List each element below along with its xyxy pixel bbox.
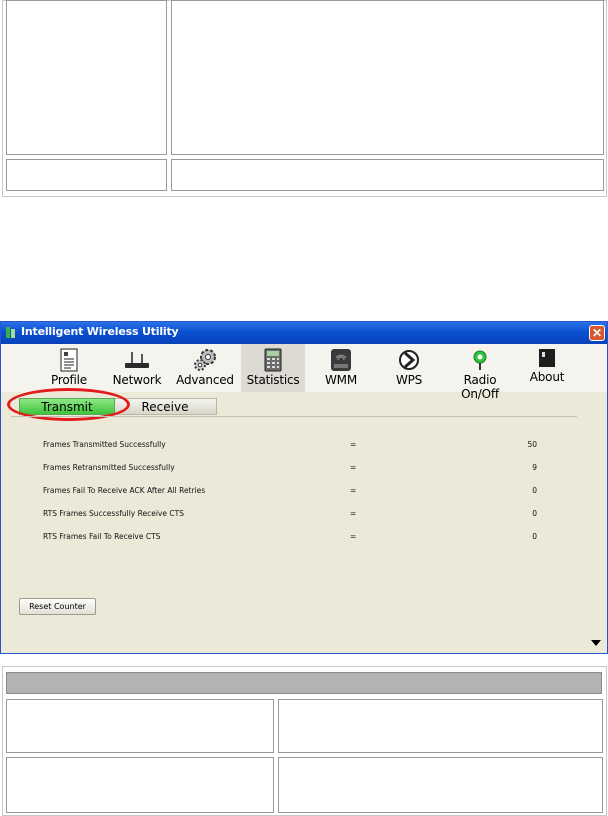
toolbar-about[interactable]: About: [515, 344, 579, 392]
toolbar-label: About: [529, 370, 565, 384]
wps-icon: [399, 350, 419, 370]
stat-equals: =: [350, 532, 357, 541]
toolbar-label: Statistics: [246, 373, 300, 387]
window-title: Intelligent Wireless Utility: [21, 325, 179, 338]
stat-label: RTS Frames Successfully Receive CTS: [43, 509, 184, 518]
stat-value: 0: [532, 486, 537, 495]
gears-icon: [194, 349, 216, 371]
stat-label: RTS Frames Fail To Receive CTS: [43, 532, 161, 541]
toolbar-label: WMM: [325, 373, 357, 387]
about-icon: [539, 349, 555, 367]
toolbar-label: WPS: [395, 373, 423, 387]
toolbar-profile[interactable]: Profile: [37, 344, 101, 392]
top-table-cell-right-bottom: [171, 159, 604, 191]
top-table-cell-left: [6, 0, 167, 155]
qos-icon: [331, 349, 351, 371]
reset-counter-button[interactable]: Reset Counter: [19, 598, 96, 615]
toolbar-label: Radio On/Off: [461, 373, 499, 401]
bottom-table-cell: [278, 757, 603, 813]
stat-value: 9: [532, 463, 537, 472]
close-button[interactable]: ✕: [589, 325, 605, 341]
toolbar-label: Advanced: [176, 373, 234, 387]
scroll-down-arrow-icon[interactable]: [591, 640, 601, 646]
stat-label: Frames Retransmitted Successfully: [43, 463, 175, 472]
bottom-table-cell: [6, 757, 274, 813]
stat-label: Frames Transmitted Successfully: [43, 440, 166, 449]
toolbar-statistics[interactable]: Statistics: [241, 344, 305, 392]
toolbar-network[interactable]: Network: [105, 344, 169, 392]
stat-equals: =: [350, 463, 357, 472]
stat-row: Frames Retransmitted Successfully = 9: [1, 463, 561, 475]
stat-row: RTS Frames Fail To Receive CTS = 0: [1, 532, 561, 544]
toolbar-radio[interactable]: Radio On/Off: [445, 344, 515, 401]
app-icon: [6, 327, 15, 338]
statistics-icon: [264, 348, 282, 372]
title-bar: Intelligent Wireless Utility ✕: [1, 322, 607, 344]
tab-divider: [11, 416, 577, 417]
stat-equals: =: [350, 440, 357, 449]
stat-equals: =: [350, 486, 357, 495]
top-table-cell-left-bottom: [6, 159, 167, 191]
toolbar-label: Network: [112, 373, 162, 387]
toolbar-advanced[interactable]: Advanced: [173, 344, 237, 392]
toolbar-wmm[interactable]: WMM: [309, 344, 373, 392]
bottom-table-cell: [6, 699, 274, 753]
stat-row: Frames Fail To Receive ACK After All Ret…: [1, 486, 561, 498]
stat-value: 50: [527, 440, 537, 449]
bottom-table-header: [6, 672, 602, 694]
network-icon: [125, 352, 149, 368]
stat-value: 0: [532, 532, 537, 541]
radio-icon: [473, 350, 487, 370]
stat-label: Frames Fail To Receive ACK After All Ret…: [43, 486, 206, 495]
stat-row: Frames Transmitted Successfully = 50: [1, 440, 561, 452]
profile-icon: [60, 348, 78, 372]
bottom-table-cell: [278, 699, 603, 753]
stat-value: 0: [532, 509, 537, 518]
toolbar-label: Profile: [51, 373, 87, 387]
stat-row: RTS Frames Successfully Receive CTS = 0: [1, 509, 561, 521]
stat-equals: =: [350, 509, 357, 518]
utility-window: Intelligent Wireless Utility ✕ Profile N…: [0, 321, 608, 654]
toolbar: Profile Network Advanced Statistics WMM …: [1, 344, 607, 401]
toolbar-wps[interactable]: WPS: [377, 344, 441, 392]
top-table-cell-right: [171, 0, 604, 155]
